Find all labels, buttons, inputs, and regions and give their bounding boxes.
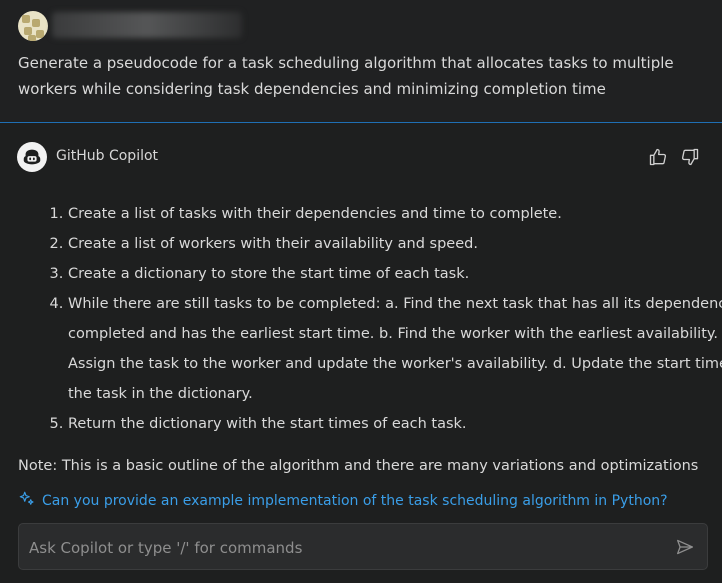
list-item: Return the dictionary with the start tim… bbox=[68, 409, 722, 439]
user-prompt: Generate a pseudocode for a task schedul… bbox=[18, 54, 674, 98]
sparkle-icon bbox=[18, 490, 36, 512]
assistant-name: GitHub Copilot bbox=[56, 148, 159, 164]
pseudocode-steps: Create a list of tasks with their depend… bbox=[18, 199, 722, 439]
chat-input-box[interactable] bbox=[18, 523, 708, 570]
user-avatar bbox=[18, 11, 48, 41]
chat-input[interactable] bbox=[27, 534, 661, 562]
suggestion-text: Can you provide an example implementatio… bbox=[42, 493, 668, 509]
thumbs-down-icon[interactable] bbox=[679, 146, 701, 168]
user-message: Generate a pseudocode for a task schedul… bbox=[0, 0, 722, 122]
list-item: While there are still tasks to be comple… bbox=[68, 289, 722, 409]
user-name-redacted bbox=[52, 12, 242, 38]
list-item: Create a list of workers with their avai… bbox=[68, 229, 722, 259]
list-item: Create a list of tasks with their depend… bbox=[68, 199, 722, 229]
message-divider bbox=[0, 122, 722, 123]
thumbs-up-icon[interactable] bbox=[647, 146, 669, 168]
copilot-icon bbox=[17, 142, 47, 172]
list-item: Create a dictionary to store the start t… bbox=[68, 259, 722, 289]
response-note: Note: This is a basic outline of the alg… bbox=[18, 458, 699, 474]
follow-up-suggestion[interactable]: Can you provide an example implementatio… bbox=[18, 490, 668, 512]
send-icon[interactable] bbox=[673, 536, 697, 558]
